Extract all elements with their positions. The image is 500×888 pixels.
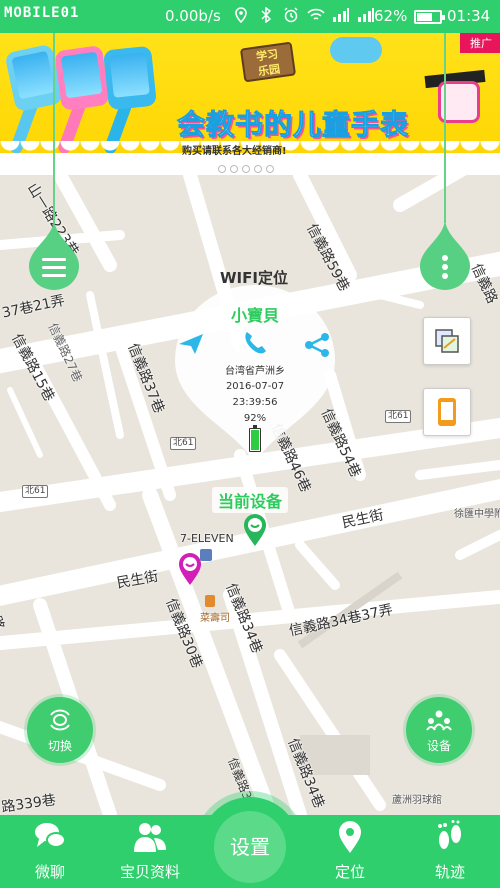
carousel-dot[interactable]: [230, 165, 238, 173]
share-icon[interactable]: [304, 332, 330, 358]
menu-button[interactable]: [29, 218, 79, 290]
battery-text: 92%: [243, 413, 267, 424]
signal-icon: [332, 6, 350, 24]
layers-icon: [435, 329, 459, 353]
carousel-dot[interactable]: [218, 165, 226, 173]
poi-label: 菜壽司: [200, 613, 230, 624]
current-device-label: 当前设备: [212, 487, 289, 513]
device-battery-icon: [249, 425, 261, 452]
battery-icon: [414, 10, 445, 24]
footprint-icon: [438, 820, 461, 849]
nav-item-chat[interactable]: 微聊: [5, 815, 95, 888]
poi-label: 徐匯中學附: [454, 509, 500, 520]
poi-label: 7-ELEVEN: [180, 532, 234, 545]
more-icon: [442, 255, 448, 282]
brand-watermark: MOBILE01: [4, 5, 80, 21]
route-shield: 北61: [385, 410, 412, 423]
carousel-dot[interactable]: [254, 165, 262, 173]
menu-icon: [42, 258, 66, 278]
network-rate: 0.00b/s: [165, 7, 221, 25]
child-location-marker[interactable]: [178, 552, 202, 586]
switch-icon: [50, 709, 70, 731]
cloud-graphic: [330, 37, 382, 63]
signal-icon-2: [357, 6, 375, 24]
location-pin-icon: [339, 821, 361, 853]
nav-item-locate[interactable]: 定位: [305, 815, 395, 888]
nav-item-track[interactable]: 轨迹: [405, 815, 495, 888]
poi-label: 蘆洲羽球館: [392, 795, 442, 806]
device-view-button[interactable]: [423, 388, 471, 436]
chat-icon: [35, 823, 66, 848]
device-button[interactable]: 设备: [406, 697, 472, 763]
battery-percent: 62%: [374, 7, 408, 25]
carousel-dots[interactable]: [218, 165, 274, 173]
nav-item-profile[interactable]: 宝贝资料: [105, 815, 195, 888]
bluetooth-icon: [257, 6, 275, 24]
watch-image: [54, 44, 110, 112]
map-layer-button[interactable]: [423, 317, 471, 365]
carousel-dot[interactable]: [266, 165, 274, 173]
ad-banner[interactable]: 推广 学习 乐园 会教书的儿童手表 购买请联系各大经销商!: [0, 33, 500, 175]
watch-image: [102, 45, 158, 111]
status-bar: MOBILE01 0.00b/s 62% 01:34: [0, 0, 500, 33]
address-text: 台湾省芦洲乡: [225, 366, 285, 377]
mobile-phone-icon: [438, 398, 456, 426]
restaurant-icon: [205, 595, 215, 607]
device-group-icon: [426, 710, 452, 731]
banner-headline: 会教书的儿童手表: [176, 108, 410, 142]
people-icon: [134, 823, 166, 852]
date-text: 2016-07-07: [225, 381, 285, 392]
carousel-dot[interactable]: [242, 165, 250, 173]
status-icons: [232, 6, 375, 24]
device-location-marker[interactable]: [243, 513, 267, 547]
time-text: 23:39:56: [232, 397, 278, 408]
device-name: 小寶貝: [230, 306, 279, 325]
settings-button[interactable]: 设置: [200, 797, 300, 888]
wifi-icon: [307, 6, 325, 24]
location-icon: [232, 6, 250, 24]
more-button[interactable]: [420, 218, 470, 290]
switch-button[interactable]: 切换: [27, 697, 93, 763]
send-icon[interactable]: [178, 332, 204, 356]
location-popup: 小寶貝 台湾省芦洲乡 2016-07-07 23:39:56 92%: [170, 280, 340, 470]
route-shield: 北61: [22, 485, 49, 498]
banner-subtitle: 购买请联系各大经销商!: [182, 146, 287, 157]
alarm-icon: [282, 6, 300, 24]
ad-tag: 推广: [460, 33, 500, 53]
signpost-graphic: 学习 乐园: [238, 41, 300, 85]
clock: 01:34: [447, 7, 491, 25]
phone-icon[interactable]: [242, 330, 268, 356]
